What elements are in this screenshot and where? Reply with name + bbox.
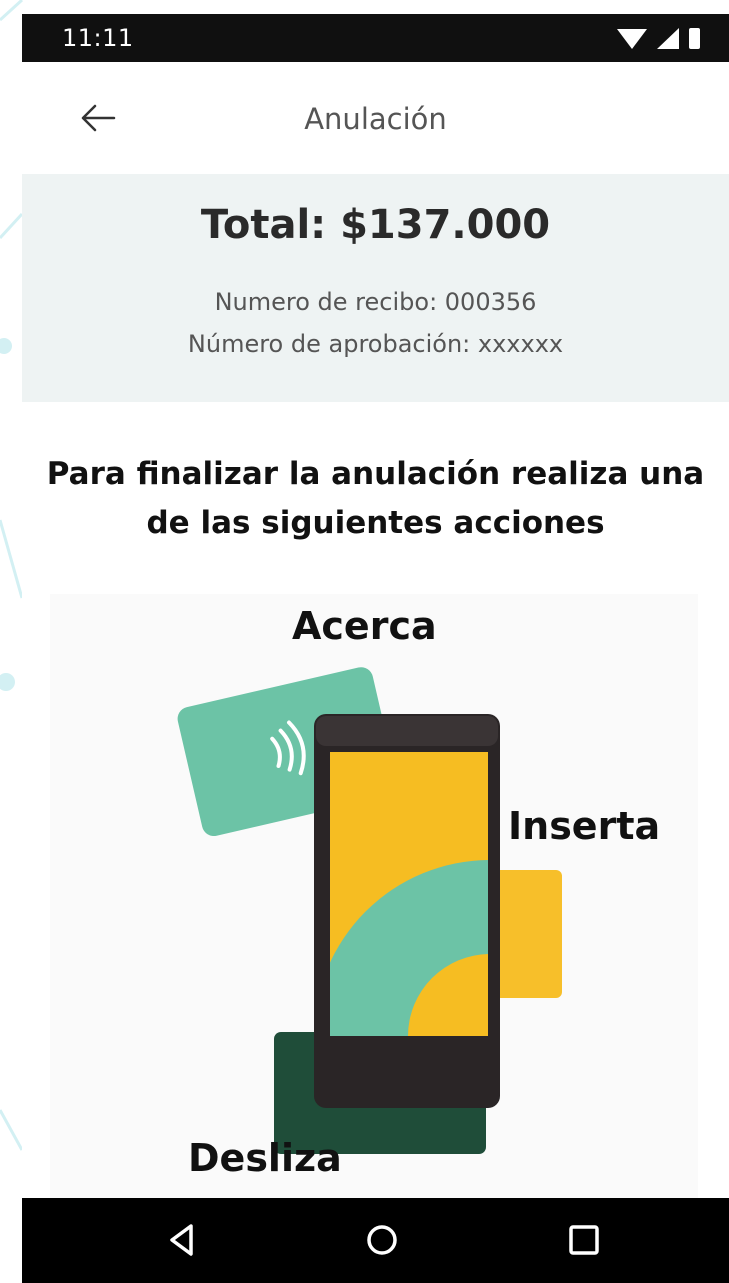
page-title: Anulación [304, 102, 447, 136]
nav-home-button[interactable] [358, 1216, 406, 1264]
swipe-label: Desliza [188, 1136, 342, 1180]
triangle-back-icon [170, 1224, 193, 1256]
card-terminal-illustration [177, 667, 562, 1154]
nav-recents-button[interactable] [560, 1216, 608, 1264]
phone-screen: 11:11 Anulación Total: $137.000 Numero d… [22, 14, 729, 1283]
app-bar: Anulación [22, 62, 729, 174]
total-amount: Total: $137.000 [200, 202, 551, 248]
nav-back-button[interactable] [158, 1216, 206, 1264]
wifi-icon [617, 29, 647, 49]
system-nav-bar [22, 1198, 729, 1283]
square-recents-icon [569, 1225, 599, 1255]
signal-icon [657, 28, 679, 49]
payment-illustration: Acerca Inserta Desliza [50, 594, 698, 1198]
approval-number: Número de aprobación: xxxxxx [187, 330, 564, 358]
battery-icon [689, 28, 700, 49]
instruction-text: Para finalizar la anulación realiza una … [46, 456, 705, 541]
receipt-number: Numero de recibo: 000356 [214, 288, 537, 316]
circle-home-icon [367, 1225, 397, 1255]
insert-label: Inserta [508, 804, 661, 848]
tap-label: Acerca [292, 604, 437, 648]
transaction-summary: Total: $137.000 Numero de recibo: 000356… [22, 174, 729, 402]
status-icons [617, 28, 700, 49]
status-time: 11:11 [62, 24, 134, 52]
status-bar: 11:11 [22, 14, 729, 62]
